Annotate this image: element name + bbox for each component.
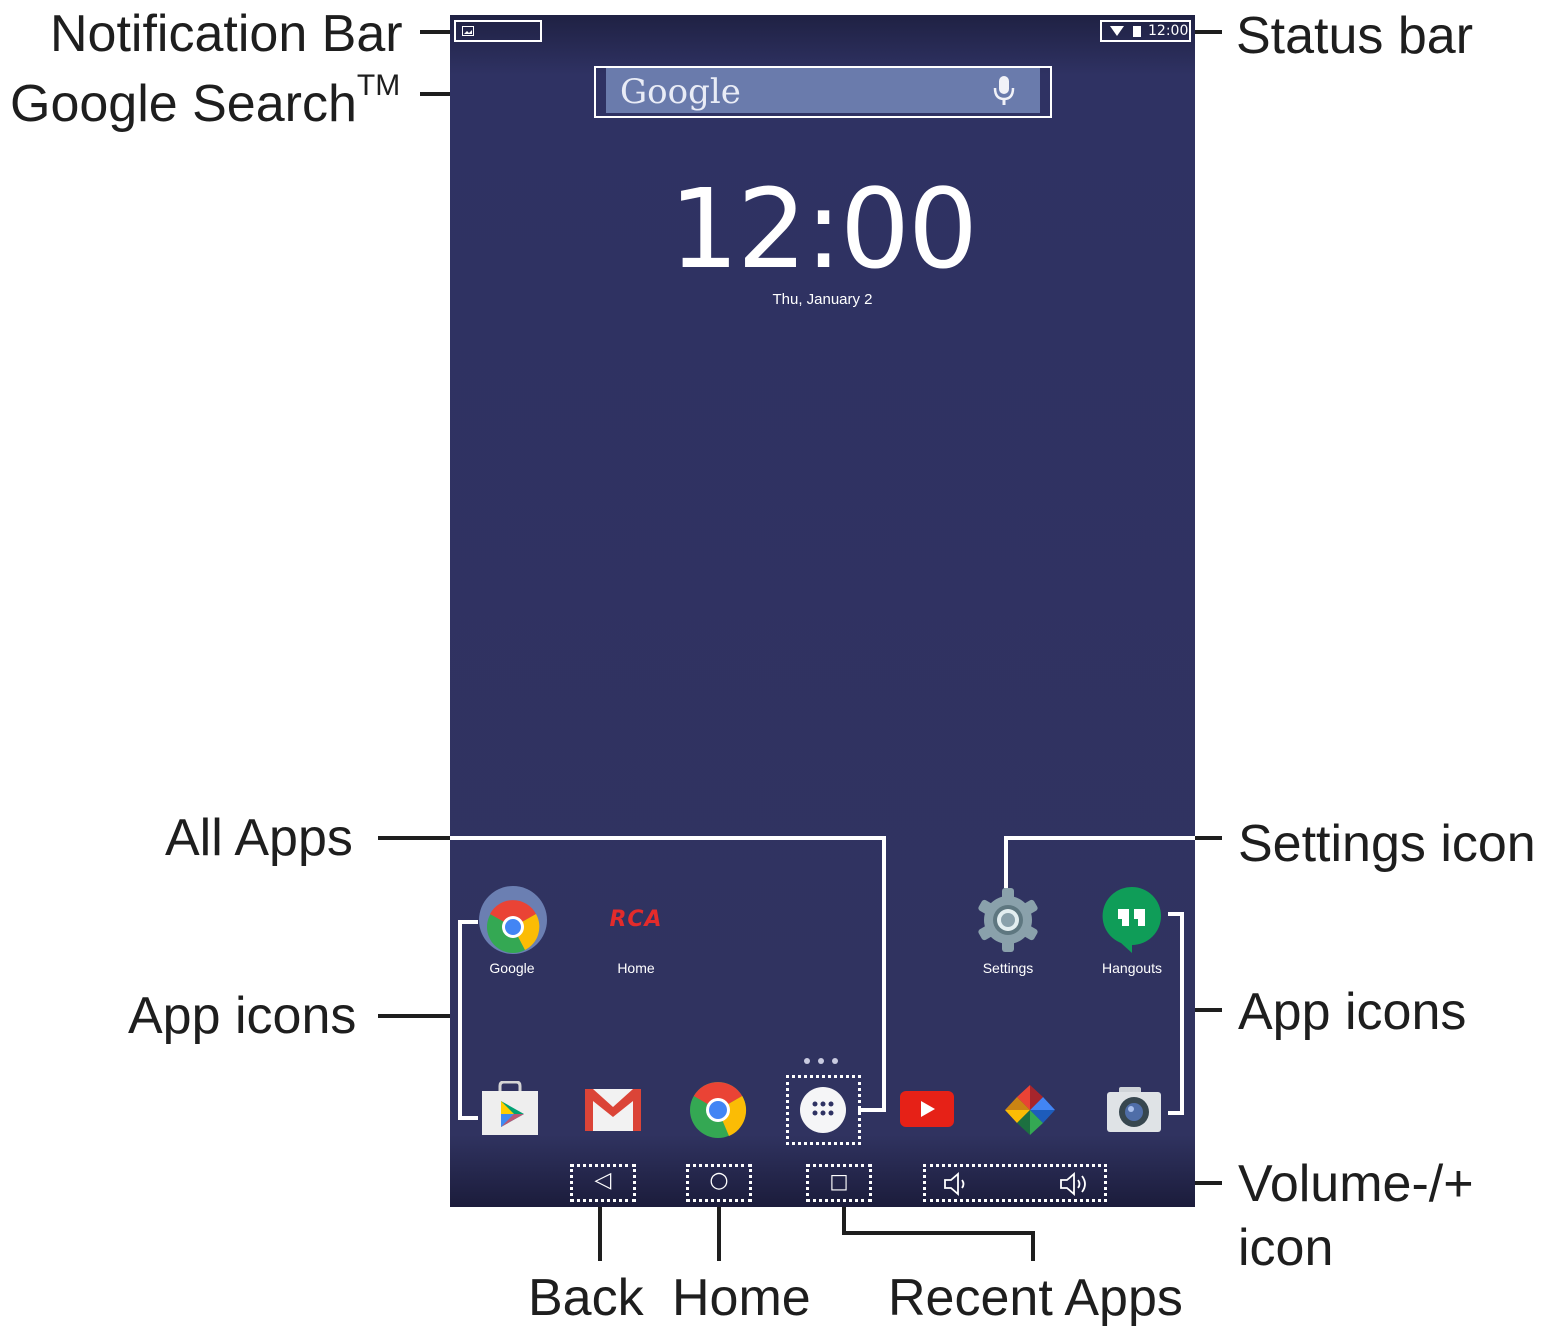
back-triangle-icon[interactable]: ◁ (586, 1168, 620, 1193)
app-rca-home[interactable]: RCA Home (576, 883, 696, 983)
tablet-home-screen: 12:00 Google 12:00 Thu, January 2 Google… (450, 15, 1195, 1207)
home-callout: Home (672, 1269, 811, 1327)
all-apps-leader-inner-v (882, 836, 886, 1112)
all-apps-leader (378, 836, 452, 840)
app-label-google: Google (489, 960, 535, 976)
photos-icon[interactable] (1001, 1081, 1059, 1139)
volume-callout-line2: icon (1238, 1219, 1334, 1277)
chrome-icon[interactable] (689, 1081, 747, 1139)
back-leader (598, 1205, 602, 1261)
clock-widget-time[interactable]: 12:00 (450, 165, 1195, 293)
notification-bar-leader (420, 30, 454, 34)
recent-apps-leader-h (842, 1231, 1035, 1235)
all-apps-callout: All Apps (165, 809, 353, 867)
app-label-hangouts: Hangouts (1102, 960, 1162, 976)
volume-down-icon[interactable] (942, 1172, 972, 1196)
status-time: 12:00 (1148, 23, 1189, 39)
settings-icon-leader (1192, 836, 1222, 840)
play-store-icon[interactable] (480, 1081, 540, 1137)
microphone-icon[interactable] (991, 74, 1017, 108)
clock-widget-date: Thu, January 2 (772, 291, 873, 308)
google-search-callout: Google SearchTM (10, 70, 400, 133)
gmail-icon[interactable] (584, 1087, 642, 1133)
app-label-home: Home (617, 960, 655, 976)
app-label-settings: Settings (982, 960, 1034, 976)
app-icons-right-bracket-bottom (1168, 1111, 1184, 1115)
all-apps-leader-inner-h (450, 836, 886, 840)
chrome-folder-icon (479, 886, 547, 954)
rca-logo-icon: RCA (609, 907, 663, 932)
status-bar-callout: Status bar (1236, 7, 1474, 65)
settings-leader-inner-h (1004, 836, 1195, 840)
google-search-callout-text: Google Search (10, 75, 357, 133)
recent-apps-leader-v2 (1031, 1231, 1035, 1261)
volume-leader (1192, 1181, 1222, 1185)
all-apps-icon[interactable] (799, 1086, 847, 1134)
app-google-folder[interactable]: Google (452, 883, 572, 983)
app-icons-left-bracket-bottom (458, 1116, 478, 1120)
google-logo: Google (620, 72, 741, 112)
trademark-mark: TM (356, 68, 401, 102)
youtube-icon[interactable] (899, 1089, 955, 1129)
volume-callout-line1: Volume-/+ (1238, 1155, 1474, 1213)
page-dot (804, 1058, 810, 1064)
recent-apps-callout: Recent Apps (888, 1269, 1183, 1327)
home-leader (717, 1205, 721, 1261)
app-hangouts[interactable]: Hangouts (1072, 883, 1192, 983)
page-dot (818, 1058, 824, 1064)
notification-bar[interactable] (454, 20, 542, 42)
camera-icon[interactable] (1105, 1085, 1163, 1135)
wifi-icon (1110, 26, 1124, 36)
all-apps-leader-inner-foot (858, 1108, 886, 1112)
home-circle-icon[interactable]: ○ (702, 1168, 736, 1193)
volume-up-icon[interactable] (1058, 1172, 1092, 1196)
gear-icon (978, 888, 1038, 952)
battery-icon (1133, 26, 1141, 37)
image-notification-icon (462, 26, 474, 36)
page-indicator (802, 1057, 842, 1065)
settings-icon-callout: Settings icon (1238, 815, 1536, 873)
hangouts-icon (1102, 886, 1162, 953)
app-settings[interactable]: Settings (948, 883, 1068, 983)
settings-leader-inner-v (1004, 836, 1008, 888)
status-bar[interactable]: 12:00 (1100, 20, 1191, 42)
notification-bar-callout: Notification Bar (50, 5, 403, 63)
app-icons-right-callout: App icons (1238, 983, 1467, 1041)
recent-square-icon[interactable]: □ (822, 1169, 856, 1193)
back-callout: Back (528, 1269, 644, 1327)
page-dot (832, 1058, 838, 1064)
app-icons-left-callout: App icons (128, 987, 357, 1045)
google-search-bar[interactable]: Google (606, 68, 1040, 113)
